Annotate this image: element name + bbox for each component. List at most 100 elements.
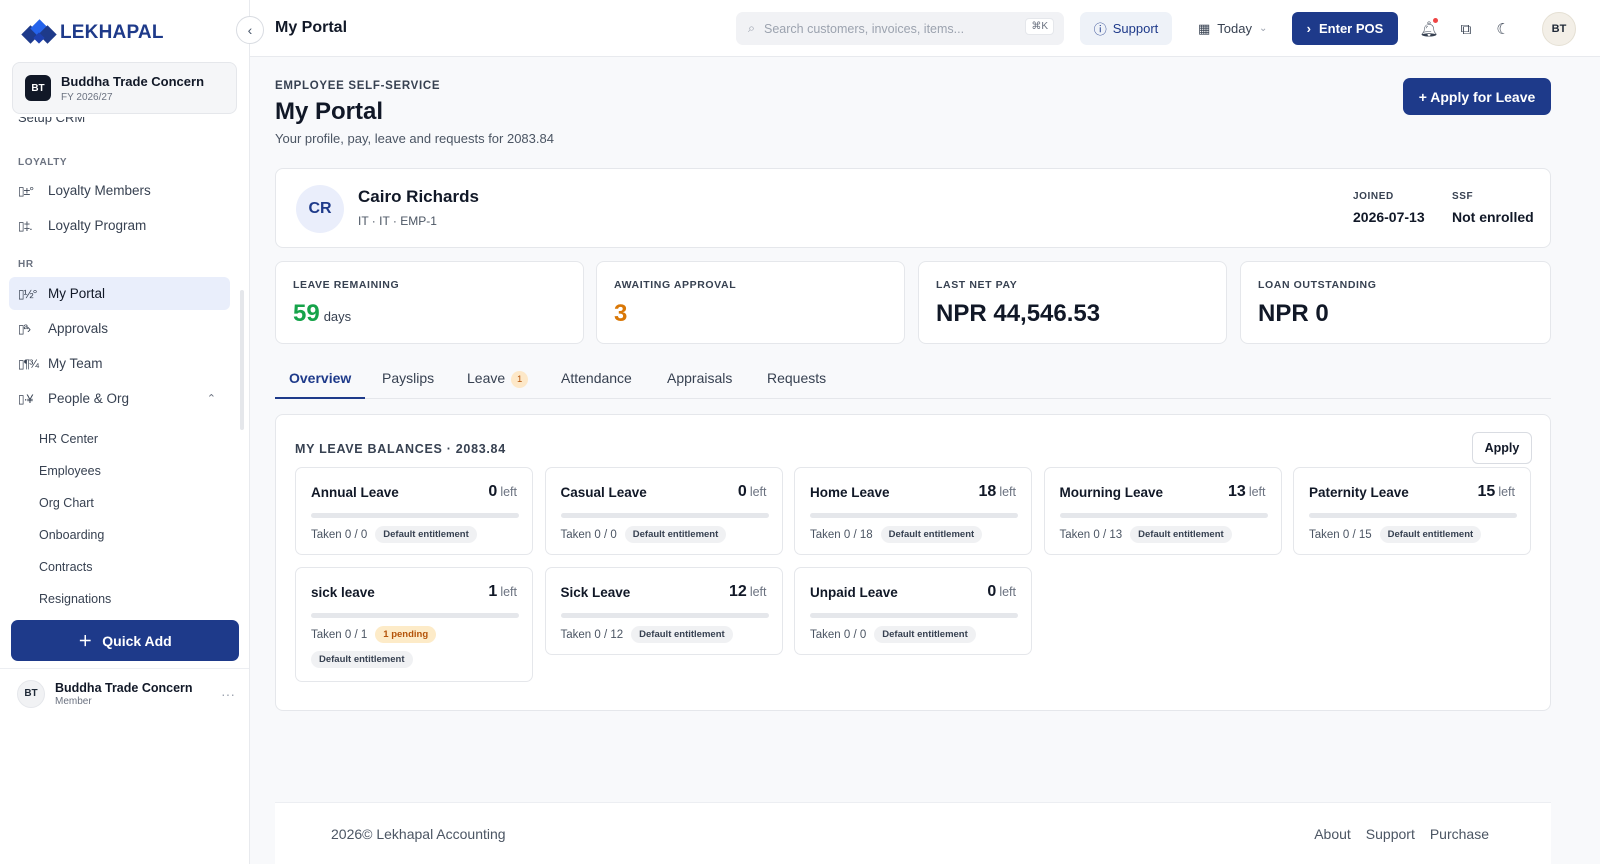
sidebar-subitem-contracts[interactable]: Contracts bbox=[39, 560, 93, 574]
stat-number: NPR 44,546.53 bbox=[936, 300, 1101, 327]
collapse-sidebar-button[interactable]: ‹ bbox=[236, 16, 264, 44]
external-link-icon: ⧉ bbox=[1460, 20, 1472, 38]
org-name: Buddha Trade Concern bbox=[61, 73, 205, 89]
sidebar-item-label: My Portal bbox=[48, 286, 106, 301]
my-team-icon: ▯¶¾ bbox=[18, 356, 39, 371]
apply-for-leave-button[interactable]: + Apply for Leave bbox=[1403, 78, 1551, 115]
entitlement-badge: Default entitlement bbox=[874, 626, 976, 643]
user-menu[interactable]: BT Buddha Trade Concern Member ··· bbox=[0, 668, 249, 718]
employee-meta: IT · IT · EMP-1 bbox=[358, 214, 437, 228]
footer-link-about[interactable]: About bbox=[1314, 826, 1351, 842]
stat-value: 3 bbox=[614, 300, 627, 328]
left-word: left bbox=[1248, 485, 1266, 499]
sidebar-item-label: People & Org bbox=[48, 391, 130, 406]
notifications-button[interactable]: 🔔︎ bbox=[1416, 16, 1442, 42]
leave-remaining-value: 0 bbox=[488, 483, 498, 500]
search-input[interactable]: ⌕ Search customers, invoices, items... ⌘… bbox=[736, 12, 1064, 45]
sidebar-item-setup-crm[interactable]: Setup CRM bbox=[18, 117, 168, 129]
left-word: left bbox=[749, 485, 767, 499]
leave-type-name: Annual Leave bbox=[311, 485, 399, 500]
leave-remaining-value: 0 bbox=[737, 483, 747, 500]
footer-link-purchase[interactable]: Purchase bbox=[1430, 826, 1489, 842]
footer-link-support[interactable]: Support bbox=[1366, 826, 1415, 842]
sidebar-item-label: Loyalty Program bbox=[48, 218, 147, 233]
leave-remaining-value: 12 bbox=[729, 583, 747, 600]
approvals-icon: ▯ª› bbox=[18, 321, 31, 336]
sidebar-item-my-portal[interactable]: ▯½° My Portal bbox=[9, 277, 230, 310]
sidebar-scrollbar[interactable] bbox=[240, 290, 244, 430]
leave-usage-bar bbox=[1059, 513, 1268, 518]
apply-button[interactable]: Apply bbox=[1472, 432, 1532, 464]
main-content: My Portal ⌕ Search customers, invoices, … bbox=[250, 0, 1600, 864]
sidebar-subitem-onboarding[interactable]: Onboarding bbox=[39, 528, 104, 542]
leave-type-name: sick leave bbox=[311, 585, 375, 600]
search-placeholder: Search customers, invoices, items... bbox=[764, 21, 965, 36]
leave-remaining: 0 left bbox=[987, 583, 1016, 601]
left-word: left bbox=[500, 485, 517, 499]
leave-usage-bar bbox=[311, 613, 519, 618]
sidebar-item-label: Setup CRM bbox=[18, 117, 86, 125]
loyalty-members-icon: ▯±° bbox=[18, 183, 34, 198]
sidebar-item-my-team[interactable]: ▯¶¾ My Team bbox=[9, 347, 230, 380]
section-loyalty: LOYALTY bbox=[18, 157, 68, 168]
org-avatar: BT bbox=[25, 75, 51, 101]
leave-remaining-value: 18 bbox=[978, 483, 997, 500]
leave-footer: Taken 0 / 0 Default entitlement bbox=[810, 626, 1025, 643]
sidebar-item-people-org[interactable]: ▯·¥ People & Org ⌃ bbox=[9, 382, 230, 415]
avatar[interactable]: BT bbox=[1542, 12, 1576, 46]
org-fiscal-year: FY 2026/27 bbox=[61, 91, 113, 103]
leave-balance-card: Sick Leave 12 left Taken 0 / 12 Default enti… bbox=[544, 567, 783, 655]
tab-overview[interactable]: Overview bbox=[289, 370, 351, 386]
leave-usage-bar bbox=[311, 513, 519, 518]
stat-value: NPR 0 bbox=[1258, 300, 1329, 328]
leave-remaining: 12 left bbox=[729, 583, 766, 601]
leave-type-name: Mourning Leave bbox=[1059, 485, 1164, 500]
leave-footer: Taken 0 / 0 Default entitlement bbox=[561, 526, 776, 543]
avatar: BT bbox=[17, 679, 45, 708]
theme-toggle[interactable]: ☾ bbox=[1490, 16, 1516, 42]
page-eyebrow: EMPLOYEE SELF-SERVICE bbox=[275, 80, 441, 92]
brand-logo[interactable]: LEKHAPAL bbox=[21, 19, 164, 46]
sidebar-item-loyalty-members[interactable]: ▯±° Loyalty Members bbox=[9, 174, 230, 207]
stat-label: LEAVE REMAINING bbox=[293, 279, 400, 291]
sidebar-subitem-resignations[interactable]: Resignations bbox=[39, 592, 111, 606]
stat-awaiting-approval: AWAITING APPROVAL 3 bbox=[596, 261, 905, 344]
leave-usage-bar bbox=[810, 613, 1018, 618]
tab-leave[interactable]: Leave 1 bbox=[467, 370, 529, 388]
left-word: left bbox=[999, 585, 1016, 599]
ssf-value: Not enrolled bbox=[1452, 209, 1534, 225]
leave-remaining-value: 15 bbox=[1477, 483, 1496, 500]
sidebar-item-loyalty-program[interactable]: ▯‡. Loyalty Program bbox=[9, 209, 230, 242]
tab-attendance[interactable]: Attendance bbox=[561, 370, 632, 386]
leave-footer: Taken 0 / 0 Default entitlement bbox=[311, 526, 526, 543]
tab-payslips[interactable]: Payslips bbox=[382, 370, 434, 386]
portal-tabs: Overview Payslips Leave 1 Attendance Appr… bbox=[275, 360, 1551, 399]
support-button[interactable]: ⓘ Support bbox=[1080, 12, 1172, 45]
quick-add-button[interactable]: ＋ Quick Add bbox=[11, 620, 239, 661]
notification-dot bbox=[1433, 18, 1438, 23]
org-switcher[interactable]: BT Buddha Trade Concern FY 2026/27 bbox=[12, 62, 237, 114]
tab-appraisals[interactable]: Appraisals bbox=[667, 370, 732, 386]
sidebar-item-approvals[interactable]: ▯ª› Approvals bbox=[9, 312, 230, 345]
leave-footer: Taken 0 / 1 1 pending Default entitlement bbox=[311, 626, 526, 668]
sidebar-subitem-org-chart[interactable]: Org Chart bbox=[39, 496, 94, 510]
chevron-up-icon: ⌃ bbox=[206, 393, 216, 405]
left-word: left bbox=[999, 485, 1016, 499]
entitlement-badge: Default entitlement bbox=[624, 526, 727, 543]
date-label: Today bbox=[1217, 21, 1252, 36]
enter-pos-button[interactable]: › Enter POS bbox=[1292, 12, 1398, 45]
page-title: My Portal bbox=[275, 98, 384, 125]
leave-remaining-value: 1 bbox=[488, 583, 498, 600]
stat-number: 3 bbox=[614, 300, 628, 327]
entitlement-badge: Default entitlement bbox=[375, 526, 477, 543]
tab-requests[interactable]: Requests bbox=[767, 370, 826, 386]
more-icon[interactable]: ··· bbox=[221, 686, 235, 702]
stat-label: LAST NET PAY bbox=[936, 279, 1018, 291]
date-selector[interactable]: ▦ Today ⌄ bbox=[1198, 12, 1267, 45]
sidebar-subitem-employees[interactable]: Employees bbox=[39, 464, 101, 478]
leave-taken: Taken 0 / 0 bbox=[311, 528, 368, 541]
open-external-button[interactable]: ⧉ bbox=[1453, 16, 1479, 42]
sidebar-subitem-hr-center[interactable]: HR Center bbox=[39, 432, 98, 446]
entitlement-badge: Default entitlement bbox=[631, 626, 733, 643]
leave-footer: Taken 0 / 13 Default entitlement bbox=[1060, 526, 1275, 543]
